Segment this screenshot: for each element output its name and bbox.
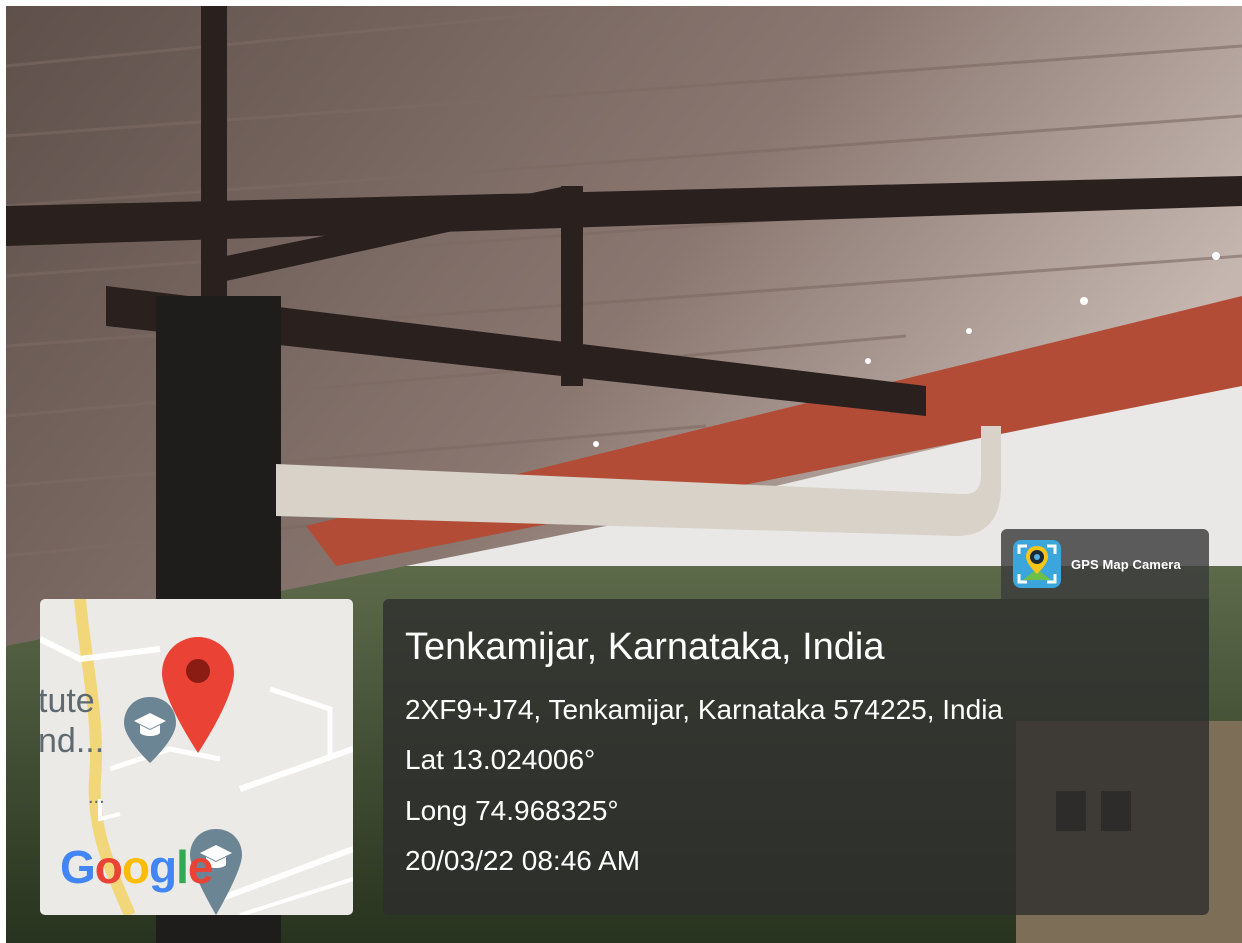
google-letter: o [121,841,150,893]
location-info-panel: Tenkamijar, Karnataka, India 2XF9+J74, T… [383,599,1209,915]
latitude-line: Lat 13.024006° [405,744,596,775]
google-logo: Google [60,840,214,894]
map-label-line3: ... [88,786,105,808]
longitude-line: Long 74.968325° [405,795,619,826]
google-letter: g [149,841,177,893]
google-letter: o [94,841,123,893]
gps-app-name: GPS Map Camera [1071,556,1181,572]
google-letter: l [176,841,189,893]
gps-map-camera-badge: GPS Map Camera [1001,529,1209,599]
map-thumbnail: tute nd... ... Google [40,599,353,915]
map-label-line2: nd... [40,722,105,760]
map-label-line1: tute [40,682,95,720]
google-letter: G [60,841,96,893]
place-name: Tenkamijar, Karnataka, India [405,626,885,668]
datetime-line: 20/03/22 08:46 AM [405,845,641,876]
gps-camera-logo-icon [1013,540,1061,588]
location-pin-icon [162,637,234,753]
address-line: 2XF9+J74, Tenkamijar, Karnataka 574225, … [405,694,1003,725]
google-letter: e [187,841,214,893]
